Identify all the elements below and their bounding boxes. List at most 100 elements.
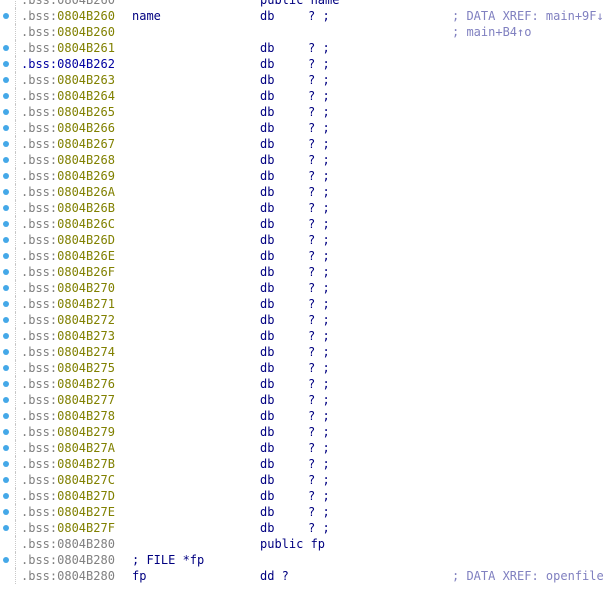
operand[interactable]: ? ; [308,168,330,184]
listing-row[interactable]: .bss:0804B264 db ? ; [0,88,615,104]
breakpoint-gutter[interactable] [0,136,16,152]
listing-row[interactable]: .bss:0804B26B db ? ; [0,200,615,216]
breakpoint-gutter[interactable] [0,440,16,456]
address[interactable]: .bss:0804B26A [21,184,115,200]
listing-row[interactable]: .bss:0804B262 db ? ; [0,56,615,72]
listing-row[interactable]: .bss:0804B27D db ? ; [0,488,615,504]
directive[interactable]: db [260,168,274,184]
address[interactable]: .bss:0804B274 [21,344,115,360]
listing-row[interactable]: .bss:0804B270 db ? ; [0,280,615,296]
address[interactable]: .bss:0804B280 [21,536,115,552]
address[interactable]: .bss:0804B26B [21,200,115,216]
address[interactable]: .bss:0804B27E [21,504,115,520]
address[interactable]: .bss:0804B260 [21,0,115,8]
directive[interactable]: db [260,184,274,200]
operand[interactable]: ? ; [308,8,330,24]
listing-row[interactable]: .bss:0804B278 db ? ; [0,408,615,424]
address[interactable]: .bss:0804B270 [21,280,115,296]
directive[interactable]: db [260,408,274,424]
breakpoint-gutter[interactable] [0,488,16,504]
address[interactable]: .bss:0804B276 [21,376,115,392]
breakpoint-gutter[interactable] [0,344,16,360]
breakpoint-gutter[interactable] [0,456,16,472]
operand[interactable]: ? ; [308,280,330,296]
listing-row[interactable]: .bss:0804B26E db ? ; [0,248,615,264]
operand[interactable]: ? ; [308,424,330,440]
operand[interactable]: ? ; [308,360,330,376]
address[interactable]: .bss:0804B278 [21,408,115,424]
address[interactable]: .bss:0804B262 [21,56,115,72]
operand[interactable]: ? ; [308,456,330,472]
breakpoint-gutter[interactable] [0,568,16,584]
address[interactable]: .bss:0804B272 [21,312,115,328]
listing-row[interactable]: .bss:0804B260 ; main+B4↑o [0,24,615,40]
directive[interactable]: db [260,360,274,376]
breakpoint-gutter[interactable] [0,360,16,376]
address[interactable]: .bss:0804B275 [21,360,115,376]
address[interactable]: .bss:0804B27C [21,472,115,488]
xref-comment[interactable]: ; DATA XREF: openfile [452,568,604,584]
directive[interactable]: db [260,200,274,216]
address[interactable]: .bss:0804B27A [21,440,115,456]
directive[interactable]: db [260,56,274,72]
directive[interactable]: public name [260,0,339,8]
listing-row[interactable]: .bss:0804B261 db ? ; [0,40,615,56]
listing-row[interactable]: .bss:0804B267 db ? ; [0,136,615,152]
address[interactable]: .bss:0804B279 [21,424,115,440]
directive[interactable]: db [260,520,274,536]
directive[interactable]: db [260,296,274,312]
operand[interactable]: ? ; [308,136,330,152]
breakpoint-gutter[interactable] [0,72,16,88]
operand[interactable]: ? ; [308,440,330,456]
breakpoint-gutter[interactable] [0,312,16,328]
operand[interactable]: ? ; [308,232,330,248]
breakpoint-gutter[interactable] [0,536,16,552]
breakpoint-gutter[interactable] [0,248,16,264]
listing-row[interactable]: .bss:0804B27E db ? ; [0,504,615,520]
breakpoint-gutter[interactable] [0,216,16,232]
address[interactable]: .bss:0804B266 [21,120,115,136]
operand[interactable]: ? ; [308,120,330,136]
operand[interactable]: ? ; [308,216,330,232]
breakpoint-gutter[interactable] [0,0,16,8]
symbol-name[interactable]: fp [132,568,146,584]
breakpoint-gutter[interactable] [0,232,16,248]
directive[interactable]: db [260,280,274,296]
address[interactable]: .bss:0804B27B [21,456,115,472]
breakpoint-gutter[interactable] [0,152,16,168]
listing-row[interactable]: .bss:0804B274 db ? ; [0,344,615,360]
address[interactable]: .bss:0804B265 [21,104,115,120]
operand[interactable]: ? ; [308,200,330,216]
address[interactable]: .bss:0804B277 [21,392,115,408]
address[interactable]: .bss:0804B280 [21,552,115,568]
breakpoint-gutter[interactable] [0,40,16,56]
directive[interactable]: db [260,264,274,280]
breakpoint-gutter[interactable] [0,168,16,184]
listing-row[interactable]: .bss:0804B280 fp dd ? ; DATA XREF: openfile [0,568,615,584]
operand[interactable]: ? ; [308,56,330,72]
breakpoint-gutter[interactable] [0,552,16,568]
operand[interactable]: ? ; [308,472,330,488]
operand[interactable]: ? ; [308,104,330,120]
breakpoint-gutter[interactable] [0,264,16,280]
xref-comment[interactable]: ; main+B4↑o [452,24,531,40]
directive[interactable]: db [260,328,274,344]
listing-row[interactable]: .bss:0804B26F db ? ; [0,264,615,280]
directive[interactable]: db [260,440,274,456]
disassembly-listing[interactable]: .bss:0804B260 public name .bss:0804B260 nam… [0,0,615,584]
directive[interactable]: db [260,136,274,152]
breakpoint-gutter[interactable] [0,520,16,536]
address[interactable]: .bss:0804B27D [21,488,115,504]
listing-row[interactable]: .bss:0804B27B db ? ; [0,456,615,472]
operand[interactable]: ? ; [308,328,330,344]
operand[interactable]: ? ; [308,40,330,56]
breakpoint-gutter[interactable] [0,296,16,312]
listing-row[interactable]: .bss:0804B268 db ? ; [0,152,615,168]
listing-row[interactable]: .bss:0804B279 db ? ; [0,424,615,440]
address[interactable]: .bss:0804B27F [21,520,115,536]
address[interactable]: .bss:0804B260 [21,8,115,24]
address[interactable]: .bss:0804B26E [21,248,115,264]
listing-row[interactable]: .bss:0804B272 db ? ; [0,312,615,328]
directive[interactable]: db [260,392,274,408]
operand[interactable]: ? ; [308,296,330,312]
